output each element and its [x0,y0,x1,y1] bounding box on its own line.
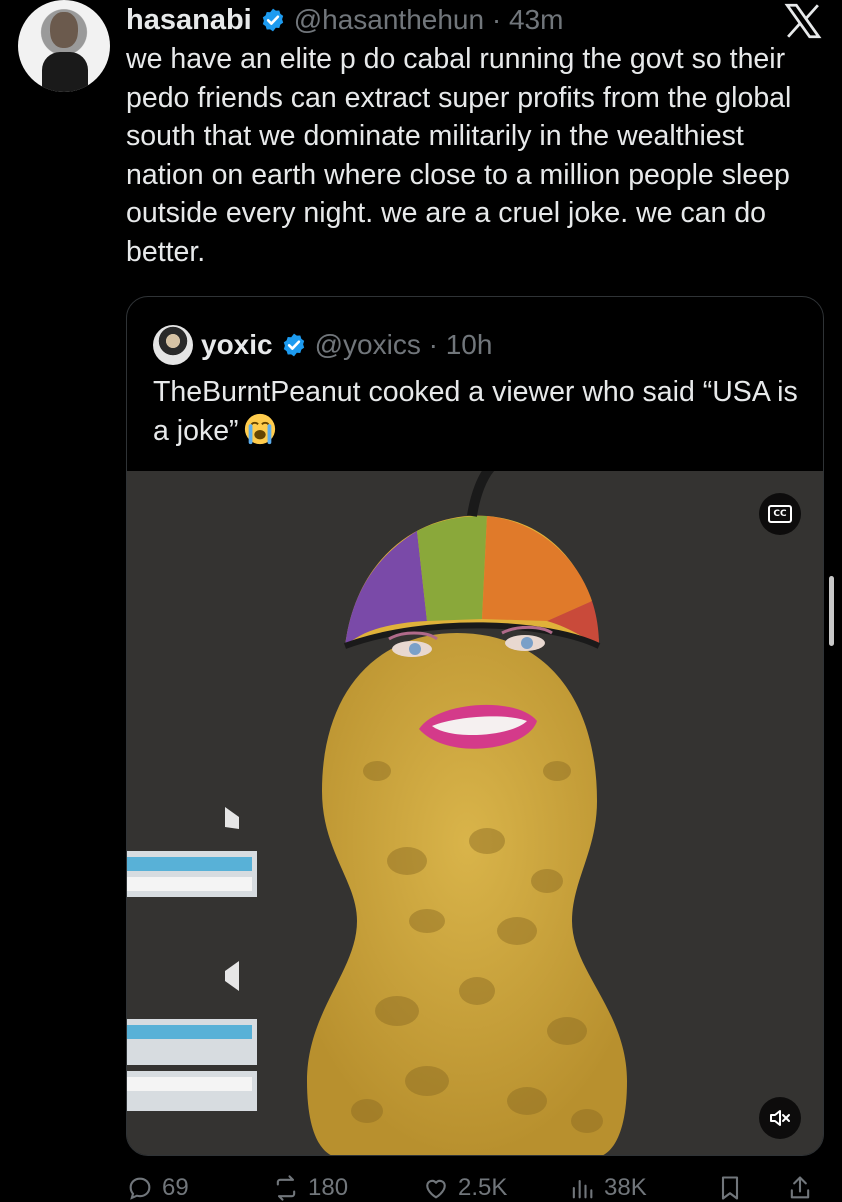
views-icon [572,1179,593,1199]
like-button[interactable]: 2.5K [422,1174,507,1202]
bookmark-button[interactable] [716,1174,744,1202]
quoted-author-display-name[interactable]: yoxic [201,329,273,361]
cc-icon: CC [768,505,792,523]
scrollbar-thumb[interactable] [829,576,834,646]
captions-button[interactable]: CC [759,493,801,535]
views-count: 38K [604,1174,647,1201]
tweet-actions-bar: 69 180 2.5K 38K [126,1170,826,1202]
quoted-author-handle-and-time[interactable]: @yoxics · 10h [315,329,493,361]
tweet-text: we have an elite p do cabal running the … [126,43,792,268]
mute-icon [770,1110,790,1126]
repost-count: 180 [308,1174,349,1201]
video-frame [127,471,823,1155]
avatar-suit [42,52,88,92]
like-icon [426,1179,446,1199]
avatar-head [50,12,78,48]
quoted-author-avatar[interactable] [153,325,193,365]
reply-icon [129,1177,151,1200]
author-avatar[interactable] [18,0,110,92]
quoted-tweet-header: yoxic @yoxics · 10h [153,325,492,365]
reply-button[interactable]: 69 [126,1174,189,1202]
share-button[interactable] [786,1174,814,1202]
repost-button[interactable]: 180 [272,1174,348,1202]
repost-icon [276,1175,296,1201]
share-icon [790,1176,810,1199]
video-player[interactable]: CC [127,471,823,1155]
reply-count: 69 [162,1174,189,1201]
tweet-header: hasanabi @hasanthehun · 43m [126,0,563,40]
like-count: 2.5K [458,1174,508,1201]
x-logo-icon[interactable] [782,0,824,42]
author-handle-and-time[interactable]: @hasanthehun · 43m [294,4,564,36]
quoted-tweet-text: TheBurntPeanut cooked a viewer who said … [153,373,803,450]
mute-button[interactable] [759,1097,801,1139]
views-button[interactable]: 38K [568,1174,647,1202]
verified-badge-icon [262,8,283,32]
loudly-crying-face-icon [244,413,275,444]
verified-badge-icon [283,333,304,357]
quoted-tweet-card[interactable]: yoxic @yoxics · 10h TheBurntPeanut cooke… [126,296,824,1156]
bookmark-icon [721,1176,739,1200]
author-display-name[interactable]: hasanabi [126,4,252,37]
